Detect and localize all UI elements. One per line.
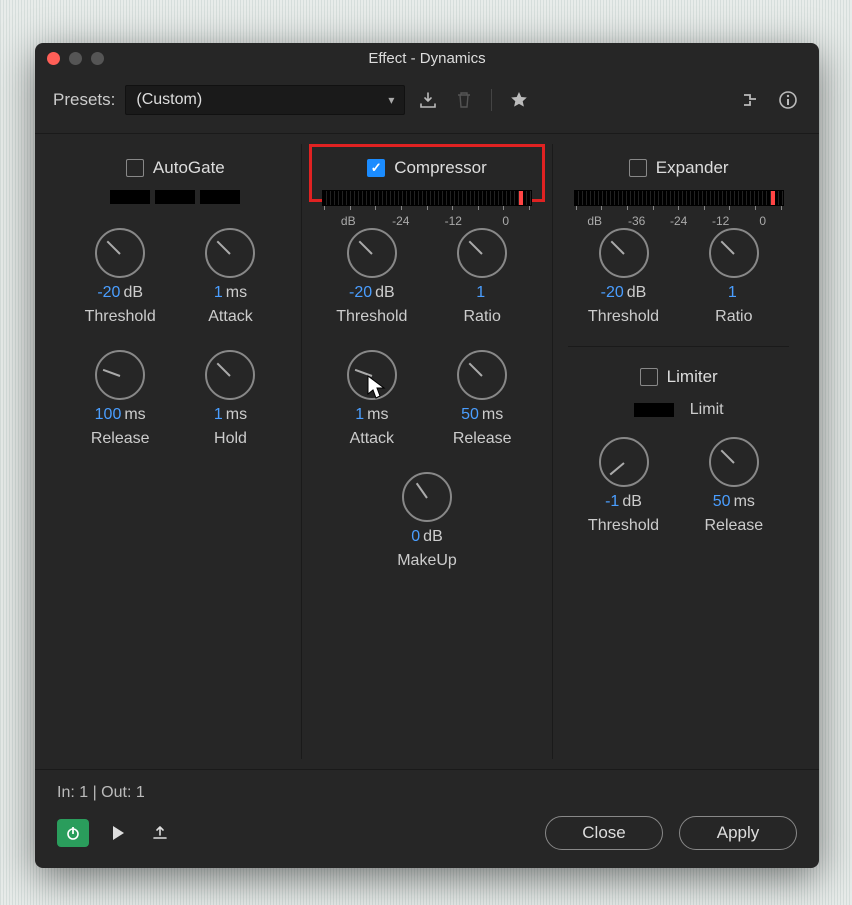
export-icon[interactable] <box>147 820 173 846</box>
presets-dropdown[interactable]: (Custom) ▾ <box>125 85 405 115</box>
autogate-attack-knob[interactable] <box>205 228 255 278</box>
compressor-title: Compressor <box>394 158 487 178</box>
expander-threshold-knob[interactable] <box>599 228 649 278</box>
expander-header: Expander <box>568 152 789 190</box>
autogate-knobs: -20dBThreshold 1msAttack 100msRelease 1m… <box>65 228 286 448</box>
limiter-title: Limiter <box>667 367 718 387</box>
expander-checkbox[interactable] <box>629 159 647 177</box>
play-icon[interactable] <box>105 820 131 846</box>
apply-button[interactable]: Apply <box>679 816 797 850</box>
limiter-indicator: Limit <box>568 397 789 437</box>
delete-preset-icon[interactable] <box>451 87 477 113</box>
chevron-down-icon: ▾ <box>388 93 394 107</box>
io-status: In: 1 | Out: 1 <box>57 784 797 802</box>
autogate-hold-knob[interactable] <box>205 350 255 400</box>
presets-label: Presets: <box>53 90 115 110</box>
autogate-title: AutoGate <box>153 158 225 178</box>
expander-section: Expander dB-36-24-120 -20dBThreshold 1Ra… <box>558 144 799 759</box>
compressor-threshold-knob[interactable] <box>347 228 397 278</box>
compressor-section: Compressor dB-24-120 -20dBThreshold 1Rat… <box>307 144 548 759</box>
autogate-header: AutoGate <box>65 152 286 190</box>
autogate-threshold-knob[interactable] <box>95 228 145 278</box>
titlebar: Effect - Dynamics <box>35 43 819 73</box>
limiter-release-knob[interactable] <box>709 437 759 487</box>
autogate-section: AutoGate -20dBThreshold 1msAttack 100msR… <box>55 144 296 759</box>
save-preset-icon[interactable] <box>415 87 441 113</box>
compressor-meter: dB-24-120 <box>322 190 532 228</box>
routing-icon[interactable] <box>739 87 765 113</box>
limiter-checkbox[interactable] <box>640 368 658 386</box>
compressor-makeup-knob[interactable] <box>402 472 452 522</box>
compressor-header: Compressor <box>317 152 538 190</box>
expander-title: Expander <box>656 158 729 178</box>
limiter-knobs: -1dBThreshold 50msRelease <box>568 437 789 535</box>
compressor-knobs: -20dBThreshold 1Ratio 1msAttack 50msRele… <box>317 228 538 570</box>
expander-knobs: -20dBThreshold 1Ratio <box>568 228 789 326</box>
footer-controls: Close Apply <box>57 816 797 850</box>
limiter-threshold-knob[interactable] <box>599 437 649 487</box>
autogate-checkbox[interactable] <box>126 159 144 177</box>
compressor-release-knob[interactable] <box>457 350 507 400</box>
favorite-icon[interactable] <box>506 87 532 113</box>
compressor-attack-knob[interactable] <box>347 350 397 400</box>
limiter-header: Limiter <box>568 346 789 397</box>
effect-window: Effect - Dynamics Presets: (Custom) ▾ <box>35 43 819 868</box>
info-icon[interactable] <box>775 87 801 113</box>
window-title: Effect - Dynamics <box>35 50 819 67</box>
main-panel: AutoGate -20dBThreshold 1msAttack 100msR… <box>35 134 819 769</box>
autogate-release-knob[interactable] <box>95 350 145 400</box>
presets-value: (Custom) <box>136 91 202 109</box>
footer: In: 1 | Out: 1 Close Apply <box>35 769 819 868</box>
autogate-indicator <box>110 190 240 204</box>
expander-meter: dB-36-24-120 <box>574 190 784 228</box>
power-toggle[interactable] <box>57 819 89 847</box>
compressor-ratio-knob[interactable] <box>457 228 507 278</box>
presets-bar: Presets: (Custom) ▾ <box>35 73 819 134</box>
compressor-checkbox[interactable] <box>367 159 385 177</box>
close-button[interactable]: Close <box>545 816 663 850</box>
expander-ratio-knob[interactable] <box>709 228 759 278</box>
